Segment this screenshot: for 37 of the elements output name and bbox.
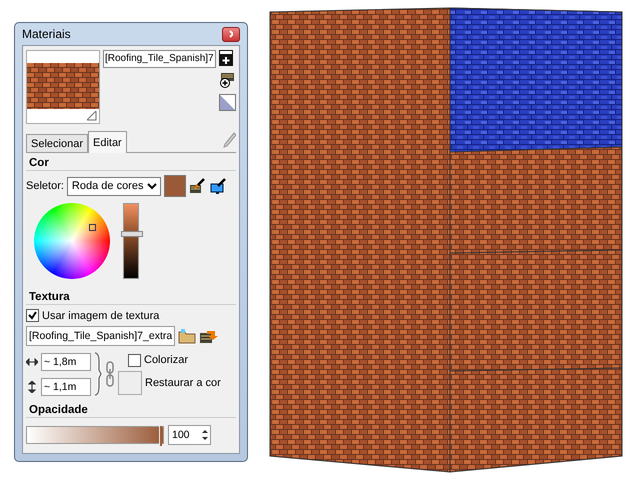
spinner-arrows-icon[interactable]: [200, 427, 210, 443]
texture-file-field[interactable]: [Roofing_Tile_Spanish]7_extra: [26, 326, 176, 346]
material-preview[interactable]: [26, 50, 100, 124]
checkbox-label: Colorizar: [144, 354, 188, 366]
section-heading: Textura: [26, 291, 236, 305]
add-to-model-icon[interactable]: [219, 72, 235, 88]
opacity-slider[interactable]: [26, 426, 164, 444]
sample-paint-icon[interactable]: [188, 177, 207, 195]
tab[interactable]: Editar: [88, 131, 127, 153]
edit-texture-icon[interactable]: [199, 328, 220, 344]
height-icon: [26, 380, 38, 392]
link-chain-icon[interactable]: [105, 361, 115, 387]
resize-corner-icon: [87, 111, 97, 121]
reset-color-button[interactable]: [118, 370, 142, 394]
checkbox[interactable]: [128, 354, 141, 366]
default-material-icon[interactable]: [219, 94, 236, 111]
height-field[interactable]: ~ 1,1m: [41, 378, 91, 396]
section-heading: Cor: [26, 157, 236, 171]
folder-icon[interactable]: [178, 328, 196, 344]
tab[interactable]: Selecionar: [26, 134, 88, 152]
slider-thumb[interactable]: [121, 231, 143, 238]
color-marker[interactable]: [89, 224, 96, 231]
brace-icon: [94, 352, 102, 396]
color-swatch: [164, 175, 186, 197]
section-heading: Opacidade: [26, 404, 236, 418]
material-name-field[interactable]: [Roofing_Tile_Spanish]7: [103, 50, 216, 68]
checkbox[interactable]: [26, 309, 39, 322]
checkbox-label: Usar imagem de textura: [42, 310, 160, 322]
window-title: Materiais: [22, 27, 71, 41]
close-button[interactable]: [222, 26, 240, 42]
selector-label: Seletor:: [26, 180, 64, 192]
width-field[interactable]: ~ 1,8m: [41, 352, 91, 370]
create-material-icon[interactable]: [219, 50, 233, 66]
sample-screen-icon[interactable]: [210, 177, 228, 195]
selector-dropdown[interactable]: Roda de cores: [66, 176, 161, 196]
reset-color-label: Restaurar a cor: [145, 376, 221, 388]
width-icon: [26, 358, 38, 366]
